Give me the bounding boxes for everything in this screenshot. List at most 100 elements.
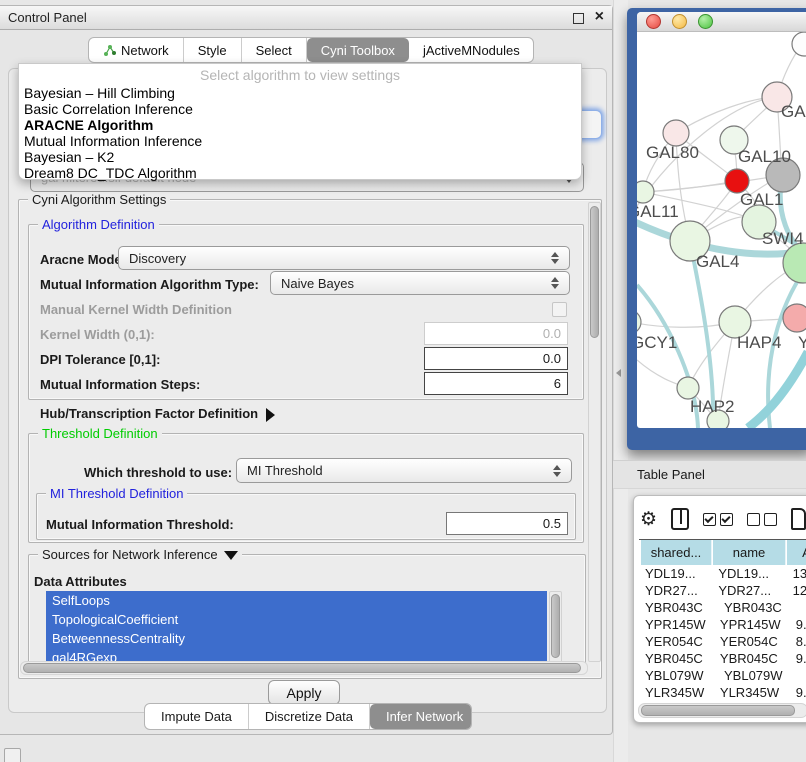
tab-style-label: Style	[198, 43, 227, 58]
control-panel-window: Control Panel × Network Style Select Cyn…	[0, 5, 613, 735]
deselect-all-checkboxes-icon[interactable]	[747, 513, 777, 526]
which-threshold-combobox[interactable]: MI Threshold	[236, 458, 572, 483]
algorithm-definition-title: Algorithm Definition	[38, 217, 159, 232]
label-gal10: GAL10	[738, 147, 791, 166]
column-header-name[interactable]: name	[713, 540, 786, 565]
mi-threshold-definition-title: MI Threshold Definition	[46, 486, 187, 501]
tab-discretize-data[interactable]: Discretize Data	[249, 704, 370, 729]
aracne-mode-combobox[interactable]: Discovery	[118, 246, 570, 270]
dpi-tolerance-label: DPI Tolerance [0,1]:	[40, 352, 160, 367]
node-gcy1[interactable]	[637, 310, 641, 334]
table-body[interactable]: YDL19...YDL19...13 YDR27...YDR27...12 YB…	[639, 565, 806, 714]
kernel-width-label: Kernel Width (0,1):	[40, 327, 155, 342]
settings-horizontal-scrollbar[interactable]	[20, 661, 588, 675]
table-toolbar: ⚙	[640, 506, 806, 532]
dropdown-item-bayesian-k2[interactable]: Bayesian – K2	[24, 149, 114, 165]
table-row[interactable]: YBR043CYBR043C	[639, 599, 806, 616]
sources-title: Sources for Network Inference	[42, 547, 218, 562]
minimized-panel-icon[interactable]	[4, 748, 21, 762]
close-traffic-light-icon[interactable]	[646, 14, 661, 29]
node-unlabeled[interactable]	[792, 32, 806, 56]
attribute-item-gal4rgexp[interactable]: gal4RGexp	[46, 648, 547, 661]
mi-threshold-field[interactable]: 0.5	[446, 512, 568, 535]
network-window-titlebar[interactable]	[637, 12, 806, 32]
label-gal11: GAL11	[637, 202, 679, 221]
table-row[interactable]: YBL079WYBL079W	[639, 667, 806, 684]
panel-divider[interactable]	[613, 0, 628, 762]
data-attributes-list[interactable]: SelfLoops TopologicalCoefficient Between…	[46, 591, 547, 661]
label-gal-partial: GAL	[781, 102, 806, 121]
label-y-partial: Y	[798, 333, 806, 352]
threshold-definition-title: Threshold Definition	[38, 426, 162, 441]
hub-tf-definition-toggle[interactable]: Hub/Transcription Factor Definition	[40, 406, 275, 422]
label-gal1: GAL1	[740, 190, 783, 209]
column-layout-icon[interactable]	[671, 508, 689, 530]
sources-toggle[interactable]: Sources for Network Inference	[38, 547, 242, 562]
dropdown-item-bayesian-hill[interactable]: Bayesian – Hill Climbing	[24, 85, 175, 101]
select-all-checkboxes-icon[interactable]	[703, 513, 733, 526]
close-icon[interactable]: ×	[595, 8, 604, 26]
tab-network[interactable]: Network	[89, 38, 184, 62]
dropdown-item-basic-correlation[interactable]: Basic Correlation Inference	[24, 101, 193, 117]
dropdown-item-dream8[interactable]: Dream8 DC_TDC Algorithm	[24, 165, 197, 181]
column-header-shared-name[interactable]: shared...	[641, 540, 712, 565]
node-gal11[interactable]	[637, 181, 654, 203]
settings-vertical-scrollbar[interactable]	[588, 202, 601, 662]
dropdown-item-mutual-information[interactable]: Mutual Information Inference	[24, 133, 202, 149]
table-horizontal-scrollbar[interactable]	[638, 703, 806, 718]
gear-icon[interactable]: ⚙	[640, 508, 657, 531]
export-table-icon[interactable]	[791, 508, 806, 530]
kernel-width-field[interactable]: 0.0	[424, 322, 568, 345]
table-row[interactable]: YPR145WYPR145W9.	[639, 616, 806, 633]
column-header-partial[interactable]: A	[787, 540, 806, 565]
hub-tf-definition-label: Hub/Transcription Factor Definition	[40, 406, 258, 421]
mi-steps-field[interactable]: 6	[424, 372, 568, 395]
label-hap2: HAP2	[690, 397, 734, 416]
node-swi4[interactable]	[783, 243, 806, 283]
mi-algorithm-type-combobox[interactable]: Naive Bayes	[270, 271, 570, 295]
float-window-icon[interactable]	[573, 13, 584, 24]
algorithm-dropdown-popup: Select algorithm to view settings Bayesi…	[18, 63, 582, 180]
label-hap4: HAP4	[737, 333, 781, 352]
zoom-traffic-light-icon[interactable]	[698, 14, 713, 29]
tab-impute-data[interactable]: Impute Data	[145, 704, 249, 729]
tab-style[interactable]: Style	[184, 38, 242, 62]
table-row[interactable]: YLR345WYLR345W9.	[639, 684, 806, 701]
node-hap2[interactable]	[677, 377, 699, 399]
manual-kernel-width-checkbox[interactable]	[552, 302, 567, 317]
table-row[interactable]: YBR045CYBR045C9.	[639, 650, 806, 667]
dropdown-placeholder: Select algorithm to view settings	[19, 67, 581, 83]
table-panel-titlebar[interactable]: Table Panel	[613, 460, 806, 489]
table-header-row: shared... name A	[639, 540, 806, 565]
screen: Control Panel × Network Style Select Cyn…	[0, 0, 806, 762]
attribute-item-selfloops[interactable]: SelfLoops	[46, 591, 547, 610]
attribute-list-scrollbar[interactable]	[549, 591, 562, 663]
minimize-traffic-light-icon[interactable]	[672, 14, 687, 29]
network-graph[interactable]: GAL GAL80 GAL10 GAL1 GAL11 SWI4 GAL4 GCY…	[637, 32, 806, 428]
tab-network-label: Network	[121, 43, 169, 58]
cyni-settings-group-title: Cyni Algorithm Settings	[28, 192, 170, 207]
which-threshold-value: MI Threshold	[247, 463, 323, 478]
dpi-tolerance-field[interactable]: 0.0	[424, 347, 568, 370]
aracne-mode-label: Aracne Mode:	[40, 252, 126, 267]
attribute-item-betweennesscentrality[interactable]: BetweennessCentrality	[46, 629, 547, 648]
apply-button-label: Apply	[286, 685, 321, 701]
attribute-item-topologicalcoefficient[interactable]: TopologicalCoefficient	[46, 610, 547, 629]
table-row[interactable]: YER054CYER054C8.	[639, 633, 806, 650]
tab-cyni-toolbox[interactable]: Cyni Toolbox	[307, 38, 409, 62]
tab-impute-data-label: Impute Data	[161, 709, 232, 724]
apply-button[interactable]: Apply	[268, 680, 340, 705]
tab-select[interactable]: Select	[242, 38, 307, 62]
divider-collapse-handle[interactable]	[616, 369, 621, 377]
expand-right-icon	[266, 408, 275, 422]
table-row[interactable]: YDL19...YDL19...13	[639, 565, 806, 582]
tab-jactivemnodules[interactable]: jActiveMNodules	[409, 38, 534, 62]
control-panel-titlebar[interactable]: Control Panel ×	[0, 6, 612, 30]
label-gal4: GAL4	[696, 252, 739, 271]
node-pink-right[interactable]	[783, 304, 806, 332]
network-node-labels: GAL GAL80 GAL10 GAL1 GAL11 SWI4 GAL4 GCY…	[637, 102, 806, 416]
table-row[interactable]: YDR27...YDR27...12	[639, 582, 806, 599]
which-threshold-label: Which threshold to use:	[84, 465, 232, 480]
dropdown-item-aracne[interactable]: ARACNE Algorithm	[24, 117, 153, 133]
tab-infer-network[interactable]: Infer Network	[370, 704, 472, 729]
